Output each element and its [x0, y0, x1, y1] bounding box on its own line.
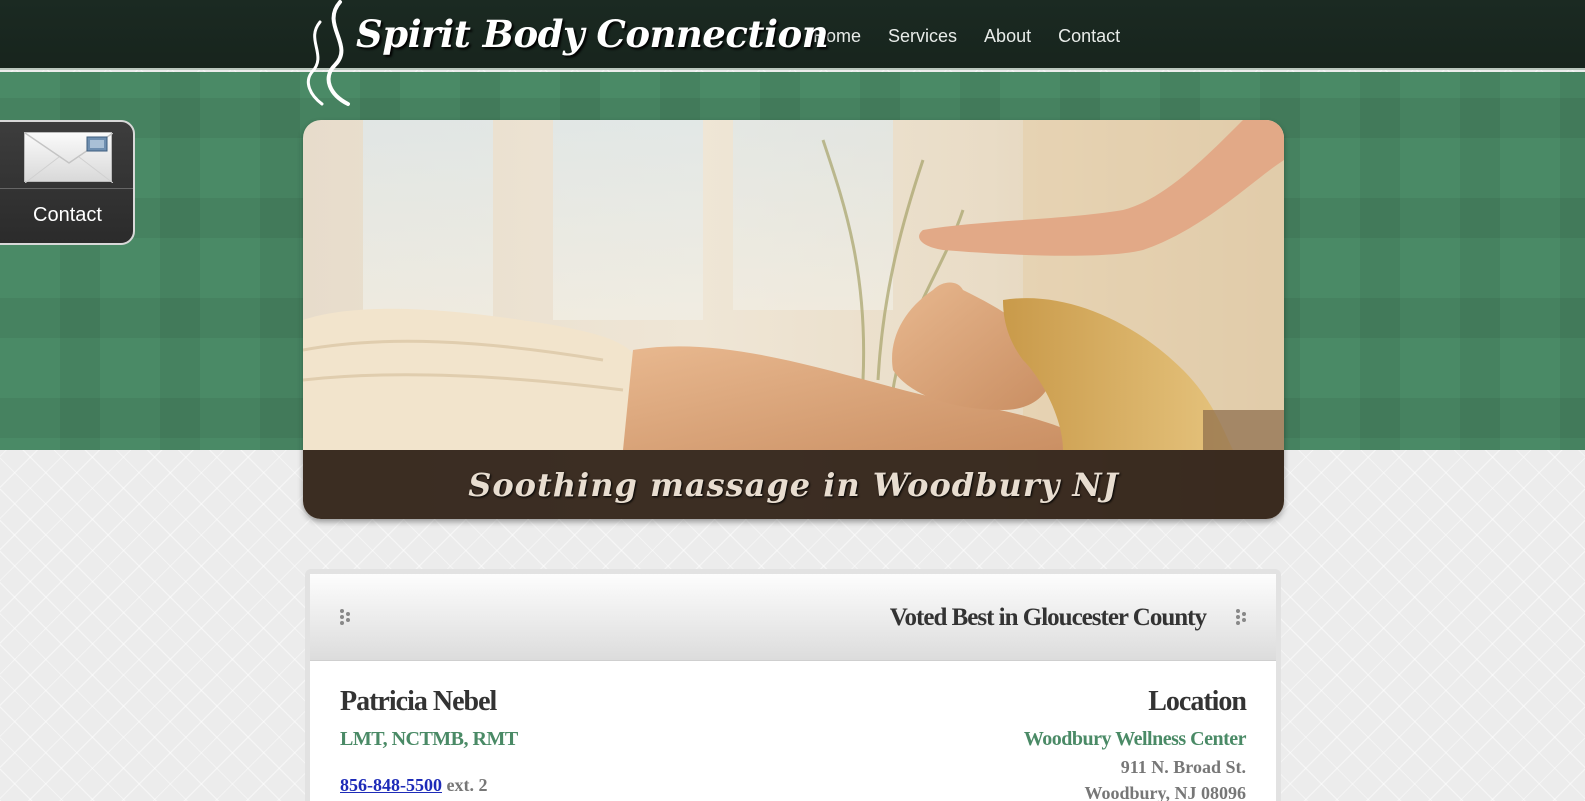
phone-extension: ext. 2: [446, 775, 488, 795]
therapist-info: Patricia Nebel LMT, NCTMB, RMT 856-848-5…: [340, 686, 518, 796]
address-line-1: 911 N. Broad St.: [1120, 757, 1246, 777]
info-panel: Voted Best in Gloucester County Patricia…: [305, 569, 1281, 801]
nav-services[interactable]: Services: [888, 26, 957, 47]
phone-link[interactable]: 856-848-5500: [340, 775, 442, 795]
tab-divider: [0, 188, 133, 189]
main-nav: Home Services About Contact: [813, 26, 1147, 47]
address-line-2: Woodbury, NJ 08096: [1084, 783, 1246, 801]
nav-about[interactable]: About: [984, 26, 1031, 47]
logo-text: Spirit Body Connection: [356, 12, 829, 56]
contact-tab-label: Contact: [33, 204, 102, 226]
hero-caption-text: Soothing massage in Woodbury NJ: [468, 465, 1119, 504]
phone-line: 856-848-5500 ext. 2: [340, 775, 518, 796]
nav-contact[interactable]: Contact: [1058, 26, 1120, 47]
envelope-icon: [24, 132, 113, 183]
therapist-name: Patricia Nebel: [340, 686, 497, 717]
therapist-credentials: LMT, NCTMB, RMT: [340, 728, 518, 750]
grip-icon: [1236, 609, 1246, 625]
panel-title: Voted Best in Gloucester County: [889, 604, 1207, 631]
hero-banner: Soothing massage in Woodbury NJ: [303, 120, 1284, 519]
location-title: Location: [1148, 686, 1247, 717]
grip-icon: [340, 609, 350, 625]
location-center-name: Woodbury Wellness Center: [1023, 728, 1247, 750]
site-logo[interactable]: Spirit Body Connection: [300, 0, 829, 108]
hero-caption-bar: Soothing massage in Woodbury NJ: [303, 450, 1284, 519]
swirl-icon: [306, 0, 350, 106]
panel-header: Voted Best in Gloucester County: [310, 574, 1276, 661]
contact-side-tab[interactable]: Contact: [0, 120, 135, 245]
location-info: Location Woodbury Wellness Center 911 N.…: [1023, 686, 1247, 801]
